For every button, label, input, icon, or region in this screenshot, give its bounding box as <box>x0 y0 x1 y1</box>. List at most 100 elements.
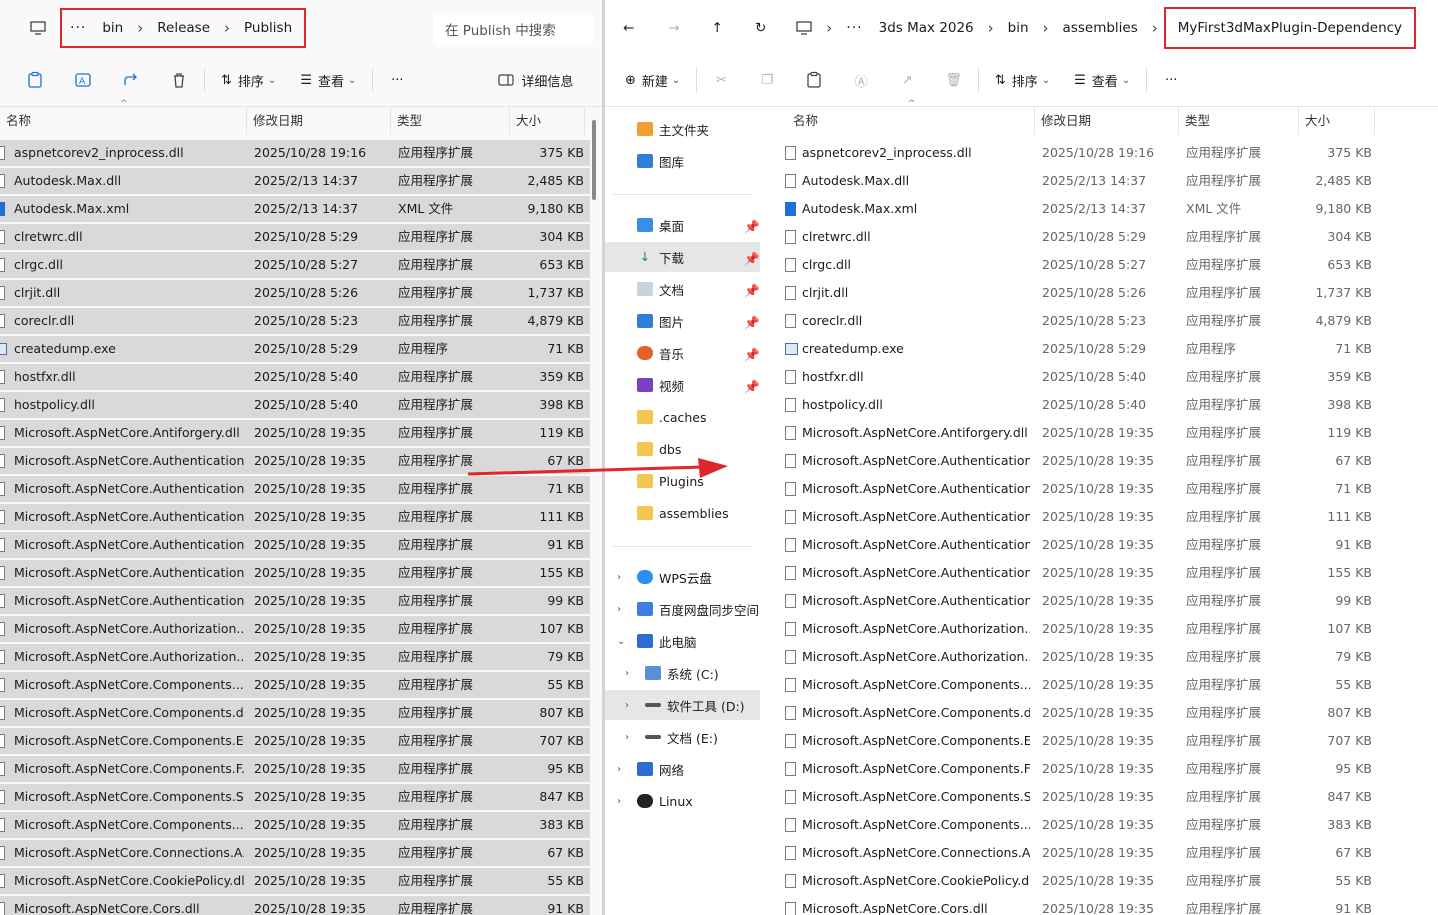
file-row[interactable]: Microsoft.AspNetCore.Connections.A... 202… <box>781 840 1381 866</box>
file-row[interactable]: Microsoft.AspNetCore.Antiforgery.dll 2025… <box>0 420 590 446</box>
column-date[interactable]: 修改日期 <box>247 107 391 135</box>
paste-button[interactable] <box>797 64 831 96</box>
file-row[interactable]: Microsoft.AspNetCore.Components.F... 2025… <box>781 756 1381 782</box>
breadcrumb-bin[interactable]: bin <box>94 12 131 44</box>
column-name[interactable]: 名称 <box>0 107 247 135</box>
nav-baidu-sync[interactable]: › 百度网盘同步空间 <box>605 594 760 624</box>
file-row[interactable]: createdump.exe 2025/10/28 5:29 应用程序 71 KB <box>0 336 590 362</box>
file-row[interactable]: Autodesk.Max.dll 2025/2/13 14:37 应用程序扩展 2,4… <box>781 168 1381 194</box>
nav-music[interactable]: 音乐 📌 <box>605 338 760 368</box>
file-row[interactable]: hostpolicy.dll 2025/10/28 5:40 应用程序扩展 398 K… <box>0 392 590 418</box>
copy-button[interactable]: ❐ <box>751 64 783 96</box>
nav-downloads[interactable]: ↓ 下载 📌 <box>605 242 760 272</box>
nav-folder-assemblies[interactable]: assemblies <box>605 498 760 528</box>
file-row[interactable]: Microsoft.AspNetCore.Authentication... 20… <box>781 532 1381 558</box>
file-row[interactable]: Autodesk.Max.xml 2025/2/13 14:37 XML 文件 9,1… <box>0 196 590 222</box>
file-row[interactable]: Microsoft.AspNetCore.Components.... 2025/… <box>0 672 590 698</box>
file-row[interactable]: Microsoft.AspNetCore.Components.S... 2025… <box>0 784 590 810</box>
forward-button[interactable]: → <box>660 12 687 44</box>
file-row[interactable]: clrjit.dll 2025/10/28 5:26 应用程序扩展 1,737 KB <box>781 280 1381 306</box>
file-row[interactable]: clrjit.dll 2025/10/28 5:26 应用程序扩展 1,737 KB <box>0 280 590 306</box>
share-button[interactable] <box>114 64 148 96</box>
breadcrumb-assemblies[interactable]: assemblies <box>1055 12 1146 44</box>
refresh-button[interactable]: ↻ <box>747 12 774 44</box>
file-row[interactable]: Microsoft.AspNetCore.Authentication... 20… <box>0 504 590 530</box>
chevron-right-icon[interactable]: › <box>617 764 621 775</box>
column-size[interactable]: 大小 <box>1299 107 1375 135</box>
more-options-button[interactable]: ··· <box>381 64 413 96</box>
file-row[interactable]: Autodesk.Max.xml 2025/2/13 14:37 XML 文件 9,1… <box>781 196 1381 222</box>
rename-button[interactable]: Ⓐ <box>845 64 877 96</box>
file-row[interactable]: hostfxr.dll 2025/10/28 5:40 应用程序扩展 359 KB <box>0 364 590 390</box>
up-button[interactable]: ↑ <box>704 12 731 44</box>
chevron-right-icon[interactable]: › <box>625 668 629 679</box>
left-search-input[interactable]: 在 Publish 中搜索 <box>433 13 593 45</box>
nav-this-pc[interactable]: ⌄ 此电脑 <box>605 626 760 656</box>
file-row[interactable]: coreclr.dll 2025/10/28 5:23 应用程序扩展 4,879 KB <box>781 308 1381 334</box>
file-row[interactable]: Microsoft.AspNetCore.Components.S... 2025… <box>781 784 1381 810</box>
file-row[interactable]: coreclr.dll 2025/10/28 5:23 应用程序扩展 4,879 KB <box>0 308 590 334</box>
file-row[interactable]: Microsoft.AspNetCore.Authorization.... 20… <box>0 616 590 642</box>
file-row[interactable]: Microsoft.AspNetCore.Authorization.... 20… <box>781 616 1381 642</box>
view-button[interactable]: ☰ 查看 ⌄ <box>292 64 364 96</box>
nav-documents[interactable]: 文档 📌 <box>605 274 760 304</box>
column-size[interactable]: 大小 <box>510 107 585 135</box>
file-row[interactable]: hostfxr.dll 2025/10/28 5:40 应用程序扩展 359 KB <box>781 364 1381 390</box>
monitor-icon[interactable] <box>788 12 820 44</box>
left-scrollbar-thumb[interactable] <box>592 120 596 200</box>
nav-videos[interactable]: 视频 📌 <box>605 370 760 400</box>
nav-linux[interactable]: › Linux <box>605 786 760 816</box>
chevron-right-icon[interactable]: › <box>617 796 621 807</box>
nav-wps-cloud[interactable]: › WPS云盘 <box>605 562 760 592</box>
pin-icon[interactable]: 📌 <box>744 219 760 234</box>
chevron-right-icon[interactable]: › <box>982 19 1000 37</box>
file-row[interactable]: Microsoft.AspNetCore.Authentication... 20… <box>781 504 1381 530</box>
new-button[interactable]: ⊕ 新建 ⌄ <box>617 64 688 96</box>
file-row[interactable]: Microsoft.AspNetCore.Authentication... 20… <box>0 588 590 614</box>
file-row[interactable]: clretwrc.dll 2025/10/28 5:29 应用程序扩展 304 KB <box>781 224 1381 250</box>
pin-icon[interactable]: 📌 <box>744 379 760 394</box>
file-row[interactable]: Microsoft.AspNetCore.Authentication... 20… <box>781 560 1381 586</box>
chevron-right-icon[interactable]: › <box>218 19 236 37</box>
cut-button[interactable]: ✂ <box>705 64 737 96</box>
chevron-right-icon[interactable]: › <box>131 19 149 37</box>
file-row[interactable]: Microsoft.AspNetCore.Components.dll 2025/… <box>781 700 1381 726</box>
file-row[interactable]: clretwrc.dll 2025/10/28 5:29 应用程序扩展 304 KB <box>0 224 590 250</box>
chevron-right-icon[interactable]: › <box>617 604 621 615</box>
rename-button[interactable]: A <box>66 64 100 96</box>
nav-network[interactable]: › 网络 <box>605 754 760 784</box>
file-row[interactable]: Microsoft.AspNetCore.Authentication... 20… <box>781 588 1381 614</box>
file-row[interactable]: Microsoft.AspNetCore.Cors.dll 2025/10/28 … <box>781 896 1381 915</box>
file-row[interactable]: Microsoft.AspNetCore.Components.dll 2025/… <box>0 700 590 726</box>
chevron-right-icon[interactable]: › <box>1037 19 1055 37</box>
breadcrumb-overflow-button[interactable]: ··· <box>838 12 870 44</box>
nav-gallery[interactable]: 图库 <box>605 146 760 176</box>
right-address-bar[interactable]: ← → ↑ ↻ › ··· 3ds Max 2026 › bin › assem… <box>615 7 1417 49</box>
file-row[interactable]: clrgc.dll 2025/10/28 5:27 应用程序扩展 653 KB <box>0 252 590 278</box>
nav-desktop[interactable]: 桌面 📌 <box>605 210 760 240</box>
breadcrumb-3dsmax[interactable]: 3ds Max 2026 <box>871 12 982 44</box>
breadcrumb-overflow-button[interactable]: ··· <box>62 12 94 44</box>
file-row[interactable]: Microsoft.AspNetCore.Authentication... 20… <box>0 560 590 586</box>
left-address-bar[interactable]: ··· bin › Release › Publish <box>22 8 307 48</box>
sort-button[interactable]: ⇅ 排序 ⌄ <box>987 64 1058 96</box>
file-row[interactable]: clrgc.dll 2025/10/28 5:27 应用程序扩展 653 KB <box>781 252 1381 278</box>
breadcrumb-plugin-dependency[interactable]: MyFirst3dMaxPlugin-Dependency <box>1163 7 1417 49</box>
view-button[interactable]: ☰ 查看 ⌄ <box>1066 64 1138 96</box>
file-row[interactable]: Microsoft.AspNetCore.Authorization.... 20… <box>781 644 1381 670</box>
file-row[interactable]: Microsoft.AspNetCore.Authentication... 20… <box>781 448 1381 474</box>
chevron-down-icon[interactable]: ⌄ <box>617 636 625 647</box>
column-date[interactable]: 修改日期 <box>1035 107 1179 135</box>
file-row[interactable]: Microsoft.AspNetCore.Components.E... 2025… <box>781 728 1381 754</box>
back-button[interactable]: ← <box>615 12 642 44</box>
file-row[interactable]: Microsoft.AspNetCore.Components.E... 2025… <box>0 728 590 754</box>
file-row[interactable]: createdump.exe 2025/10/28 5:29 应用程序 71 KB <box>781 336 1381 362</box>
file-row[interactable]: Microsoft.AspNetCore.Connections.A... 202… <box>0 840 590 866</box>
column-type[interactable]: 类型 <box>1179 107 1299 135</box>
file-row[interactable]: Microsoft.AspNetCore.Components.... 2025/… <box>781 812 1381 838</box>
nav-drive-c[interactable]: › 系统 (C:) <box>605 658 760 688</box>
chevron-right-icon[interactable]: › <box>1146 19 1164 37</box>
column-type[interactable]: 类型 <box>391 107 510 135</box>
nav-drive-d[interactable]: › 软件工具 (D:) <box>605 690 760 720</box>
file-row[interactable]: aspnetcorev2_inprocess.dll 2025/10/28 19:… <box>0 140 590 166</box>
